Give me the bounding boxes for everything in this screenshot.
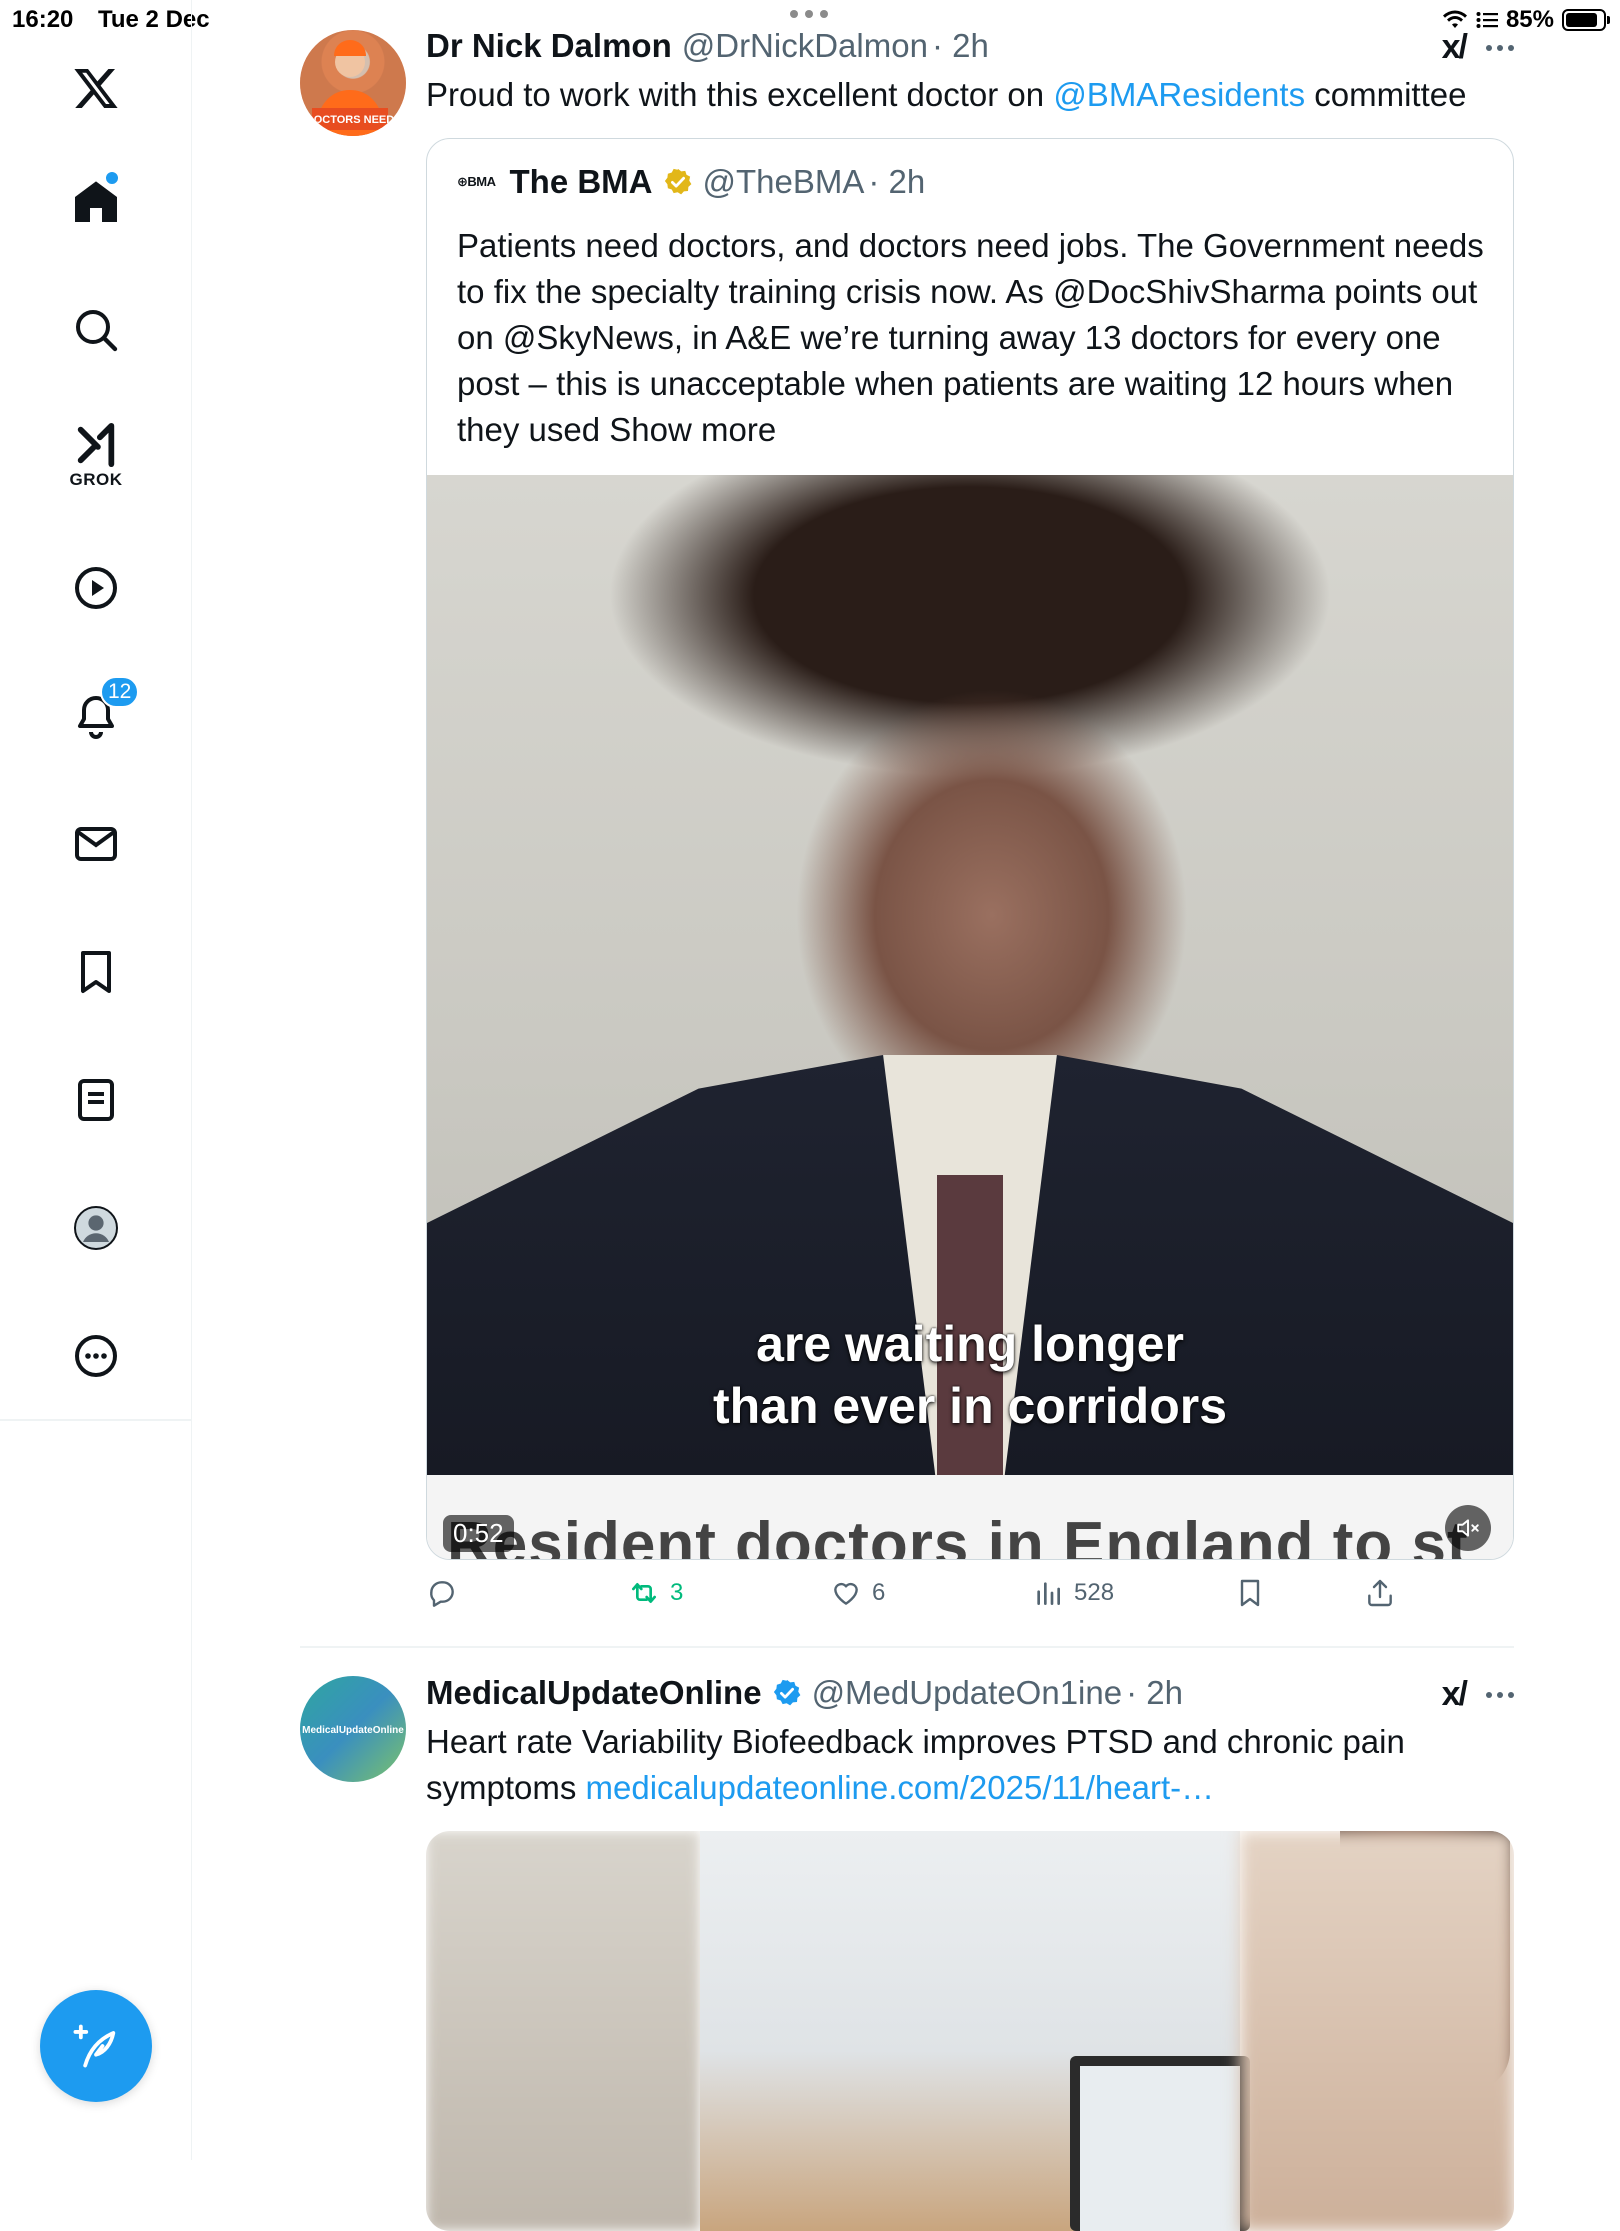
search-icon <box>76 310 118 352</box>
retweet-count: 3 <box>670 1579 684 1606</box>
author-handle[interactable]: @MedUpdateOn1ine <box>812 1674 1123 1712</box>
author-name[interactable]: Dr Nick Dalmon <box>426 27 672 65</box>
sidebar-divider <box>0 1419 192 1421</box>
sidebar-item-more[interactable] <box>56 1316 136 1396</box>
x-logo[interactable] <box>56 48 136 128</box>
caption-line-1: are waiting longer <box>756 1316 1184 1372</box>
grok-explain-icon[interactable]: x/ <box>1442 1675 1468 1714</box>
tweet-header-tools: x/ <box>1442 1675 1514 1714</box>
tweet-text: Proud to work with this excellent doctor… <box>426 72 1514 118</box>
tweet-divider <box>300 1646 1514 1648</box>
quote-time[interactable]: · 2h <box>868 163 925 201</box>
more-icon[interactable] <box>1486 1691 1514 1698</box>
sidebar-item-messages[interactable] <box>56 804 136 884</box>
bookmark-outline-icon <box>1240 1579 1260 1607</box>
bookmark-icon <box>81 951 111 993</box>
sidebar-item-grok[interactable]: GROK <box>56 412 136 492</box>
quote-author-name[interactable]: The BMA <box>510 163 653 201</box>
video-duration: 0:52 <box>443 1515 514 1552</box>
heart-icon <box>834 1582 858 1605</box>
sidebar-item-lists[interactable] <box>56 1060 136 1140</box>
sidebar: GROK 12 <box>0 0 192 2160</box>
tweet-text: Heart rate Variability Biofeedback impro… <box>426 1719 1514 1811</box>
retweet-button[interactable]: 3 <box>628 1577 683 1609</box>
views-icon <box>1037 1582 1060 1605</box>
tweet-header: Dr Nick Dalmon @DrNickDalmon · 2h <box>426 24 1514 68</box>
battery-icon <box>1562 9 1610 31</box>
share-icon <box>1368 1579 1392 1607</box>
news-ticker: Resident doctors in England to st <box>427 1475 1513 1560</box>
sidebar-item-home[interactable] <box>56 162 136 242</box>
sidebar-item-profile[interactable] <box>56 1188 136 1268</box>
avatar-logo-text: MedicalUpdateOnline <box>302 1725 404 1736</box>
video-player[interactable]: are waiting longer than ever in corridor… <box>427 475 1513 1560</box>
tweet-time[interactable]: · 2h <box>1126 1674 1183 1712</box>
mute-button[interactable] <box>1445 1505 1491 1551</box>
grok-explain-icon[interactable]: x/ <box>1442 28 1468 67</box>
home-unread-dot <box>104 170 120 186</box>
reply-icon <box>430 1581 454 1607</box>
list-icon <box>78 1079 114 1121</box>
notifications-badge: 12 <box>100 676 140 708</box>
author-name[interactable]: MedicalUpdateOnline <box>426 1674 762 1712</box>
quote-author-handle[interactable]: @TheBMA <box>703 163 865 201</box>
compose-icon <box>73 2024 116 2068</box>
mail-icon <box>75 827 117 861</box>
bma-logo-icon: ⊕BMA <box>457 174 496 189</box>
tweet-time[interactable]: · 2h <box>932 27 989 65</box>
image-right-blur <box>1240 1831 1514 2231</box>
tweet-text-body: Proud to work with this excellent doctor… <box>426 76 1054 113</box>
play-icon <box>75 567 117 609</box>
quote-text: Patients need doctors, and doctors need … <box>457 223 1485 453</box>
share-button[interactable] <box>1364 1577 1396 1609</box>
sidebar-item-notifications[interactable]: 12 <box>56 676 140 756</box>
more-icon[interactable] <box>1486 44 1514 51</box>
grok-label: GROK <box>69 470 123 489</box>
sidebar-item-search[interactable] <box>56 290 136 370</box>
sidebar-item-bookmarks[interactable] <box>56 932 136 1012</box>
author-handle[interactable]: @DrNickDalmon <box>682 27 928 65</box>
mention-link[interactable]: @BMAResidents <box>1053 76 1305 113</box>
like-button[interactable]: 6 <box>830 1577 885 1609</box>
x-logo-icon <box>74 69 118 108</box>
views-button[interactable]: 528 <box>1032 1577 1114 1609</box>
compose-button[interactable] <box>40 1990 152 2102</box>
avatar[interactable]: MedicalUpdateOnline <box>300 1676 406 1782</box>
views-count: 528 <box>1074 1579 1115 1606</box>
tweet-actions: 3 6 528 <box>426 1577 1514 1617</box>
caption-line-2: than ever in corridors <box>712 1378 1228 1434</box>
grok-icon <box>77 422 115 468</box>
verified-gold-icon <box>664 168 691 195</box>
image-center <box>700 1831 1510 2231</box>
avatar-sign-text: DOCTORS NEED <box>306 114 394 126</box>
quote-header: ⊕BMA The BMA @TheBMA · 2h <box>457 163 925 201</box>
muted-speaker-icon <box>1457 1519 1479 1537</box>
avatar[interactable]: DOCTORS NEED <box>300 30 406 136</box>
tweet-header: MedicalUpdateOnline @MedUpdateOn1ine · 2… <box>426 1671 1514 1715</box>
reply-button[interactable] <box>426 1577 468 1609</box>
retweet-icon <box>632 1583 656 1603</box>
verified-blue-icon <box>773 1679 800 1706</box>
tweet-image[interactable] <box>426 1831 1514 2231</box>
video-caption: are waiting longer than ever in corridor… <box>427 1313 1513 1437</box>
like-count: 6 <box>872 1579 886 1606</box>
ticker-text: Resident doctors in England to st <box>447 1510 1469 1560</box>
image-laptop <box>1070 2056 1250 2231</box>
avatar-image: DOCTORS NEED <box>300 30 406 136</box>
sidebar-item-video[interactable] <box>56 548 136 628</box>
show-more-link[interactable]: Show more <box>609 411 776 448</box>
quote-tweet[interactable]: ⊕BMA The BMA @TheBMA · 2h Patients need … <box>426 138 1514 1560</box>
tweet-text-tail: committee <box>1305 76 1467 113</box>
multitasking-dots[interactable] <box>790 10 828 18</box>
bookmark-button[interactable] <box>1234 1577 1266 1609</box>
more-circle-icon <box>75 1335 117 1377</box>
profile-icon <box>74 1206 118 1250</box>
image-left-blur <box>426 1831 700 2231</box>
article-link[interactable]: medicalupdateonline.com/2025/11/heart-… <box>586 1769 1215 1806</box>
avatar-logo: MedicalUpdateOnline <box>302 1725 404 1736</box>
tweet-header-tools: x/ <box>1442 28 1514 67</box>
